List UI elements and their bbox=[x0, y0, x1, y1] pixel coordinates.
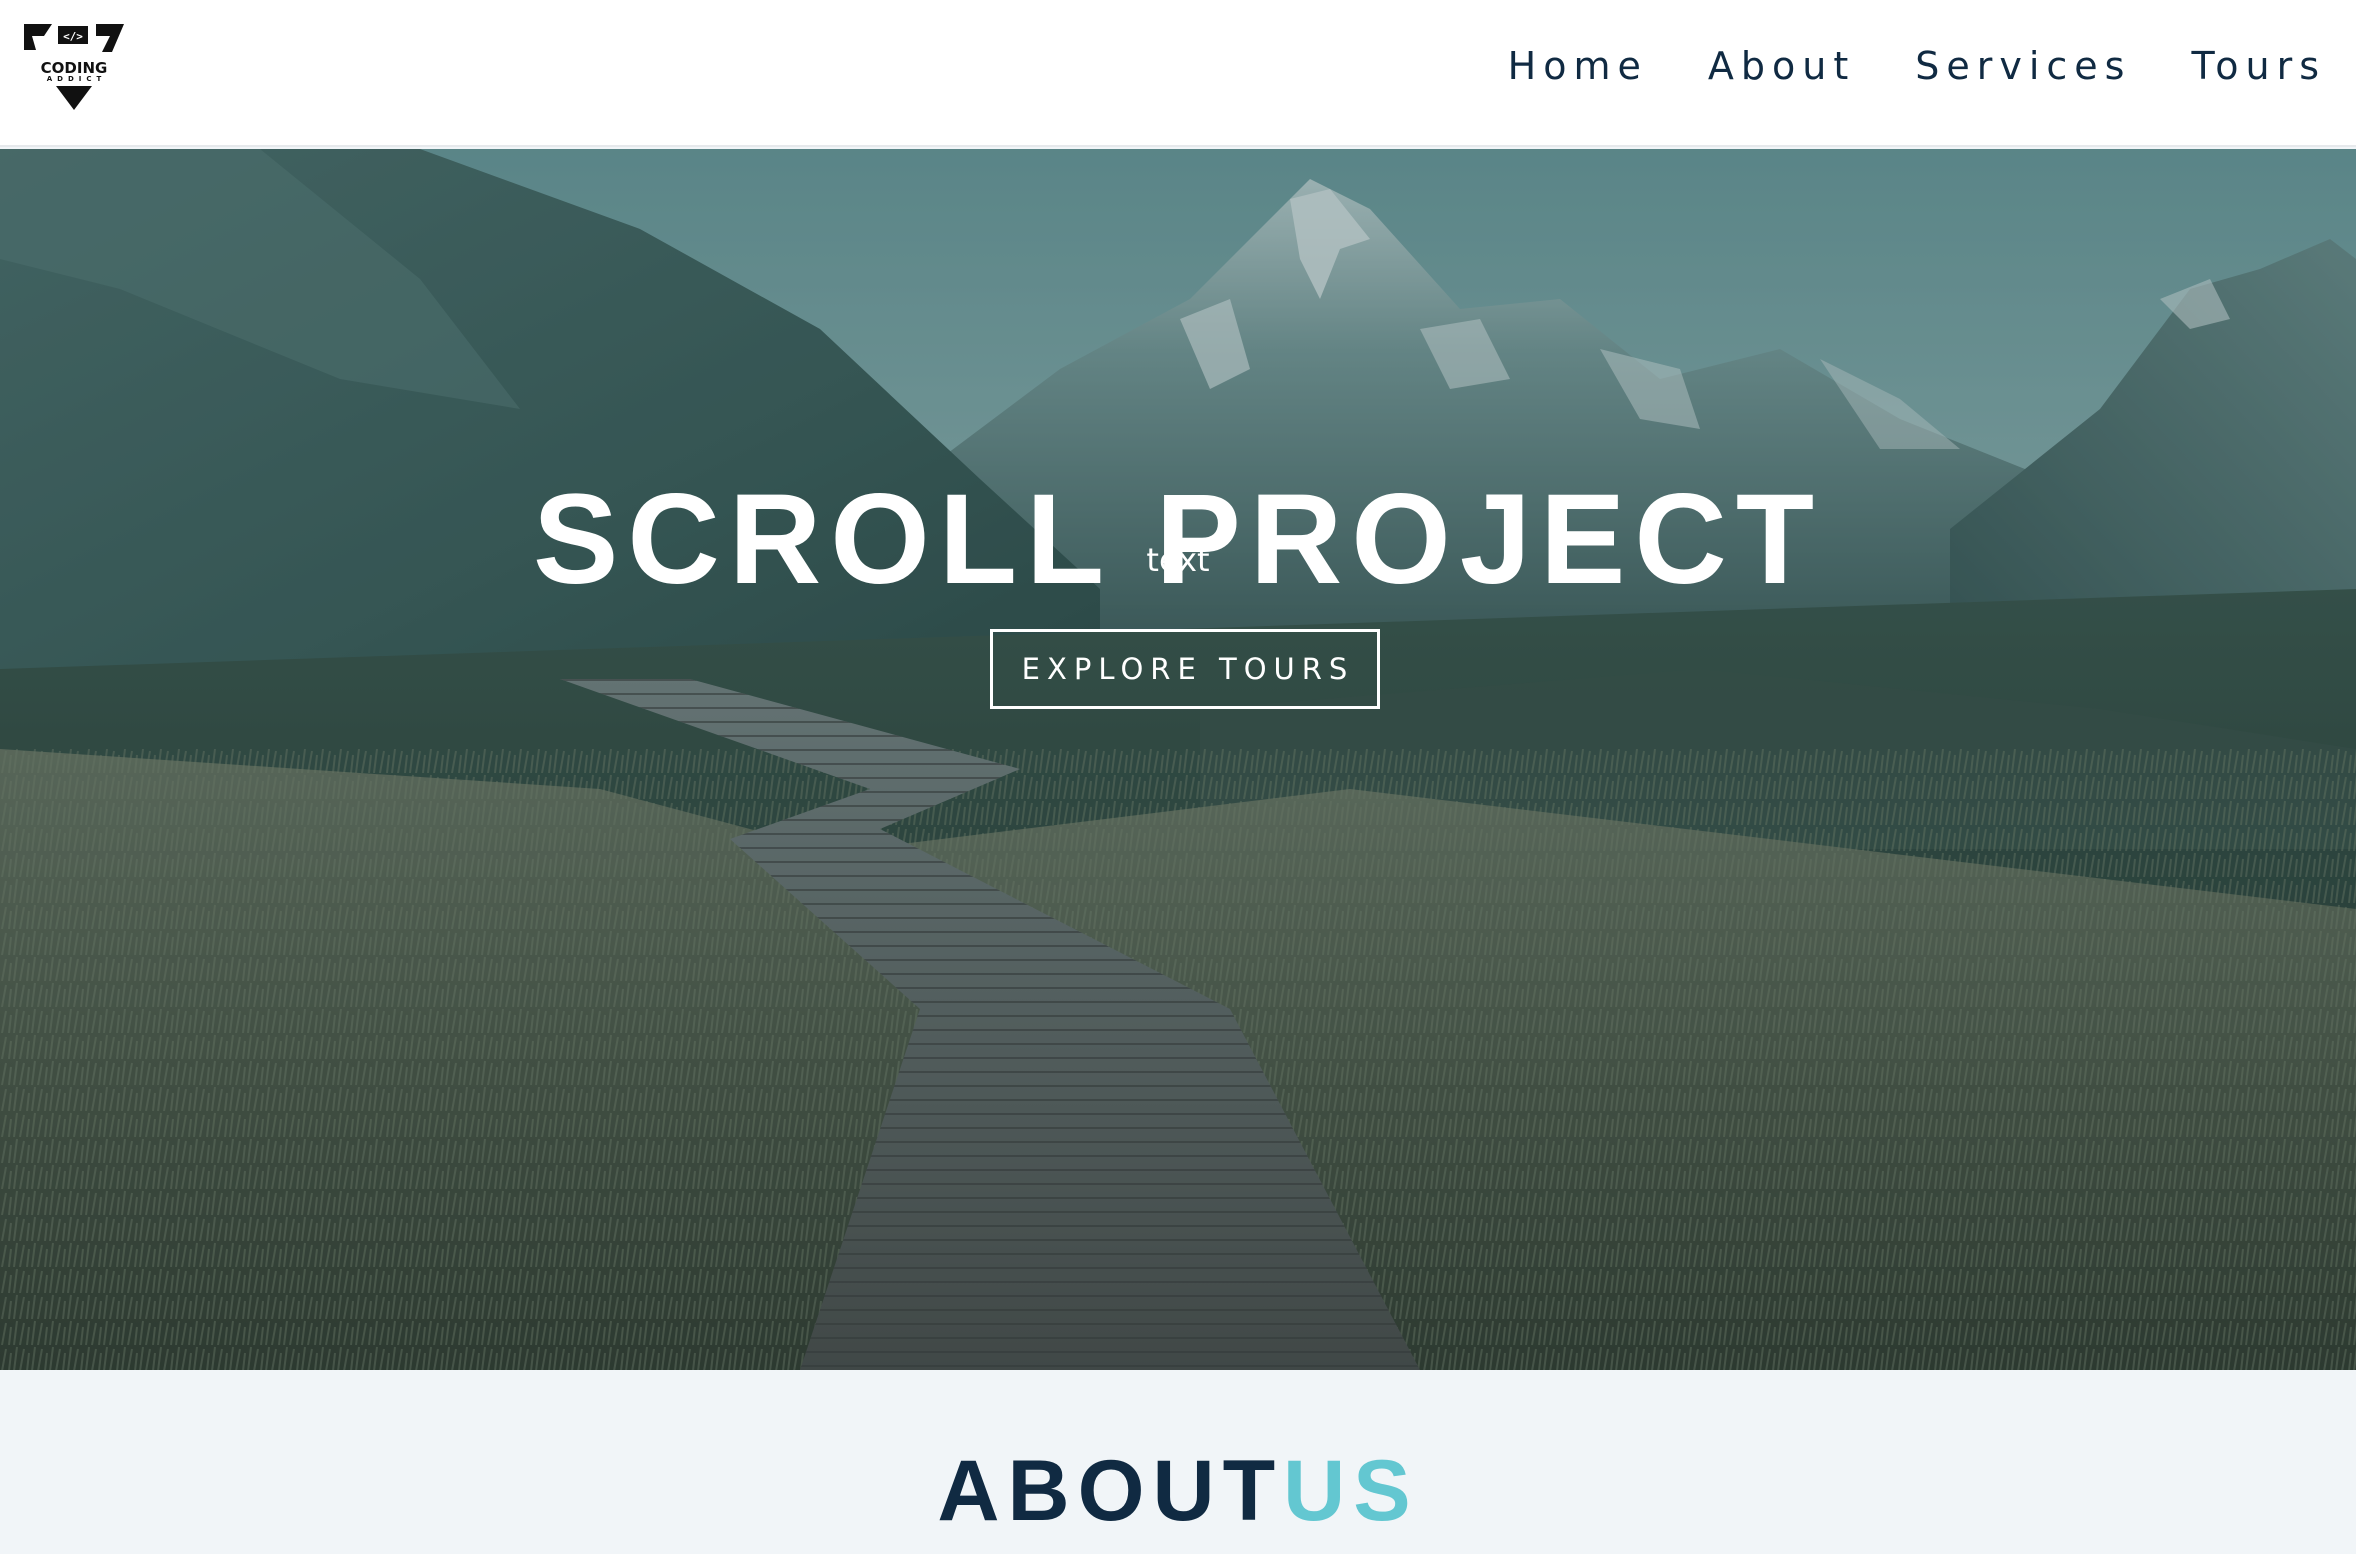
nav-link-about[interactable]: About bbox=[1708, 42, 1855, 90]
about-section: ABOUTUS bbox=[0, 1370, 2356, 1554]
nav-links: Home About Services Tours bbox=[1448, 42, 2326, 90]
logo-text-addict: ADDICT bbox=[46, 75, 107, 83]
svg-text:</>: </> bbox=[63, 30, 83, 43]
nav-link-services[interactable]: Services bbox=[1915, 42, 2131, 90]
explore-tours-button[interactable]: EXPLORE TOURS bbox=[990, 629, 1380, 709]
about-title-about: ABOUT bbox=[937, 1443, 1284, 1540]
navbar: </> CODING ADDICT Home About Services To… bbox=[0, 0, 2356, 147]
coding-addict-logo[interactable]: </> CODING ADDICT bbox=[22, 22, 126, 112]
nav-link-home[interactable]: Home bbox=[1508, 42, 1648, 90]
hero-section: SCROLL PROJECT text EXPLORE TOURS bbox=[0, 149, 2356, 1370]
nav-link-tours[interactable]: Tours bbox=[2191, 42, 2326, 90]
hero-overlay bbox=[0, 149, 2356, 1370]
about-title-us: US bbox=[1283, 1443, 1419, 1540]
about-title: ABOUTUS bbox=[0, 1441, 2356, 1541]
hero-title: SCROLL PROJECT bbox=[533, 467, 1823, 611]
hero-subtitle: text bbox=[1146, 541, 1210, 579]
